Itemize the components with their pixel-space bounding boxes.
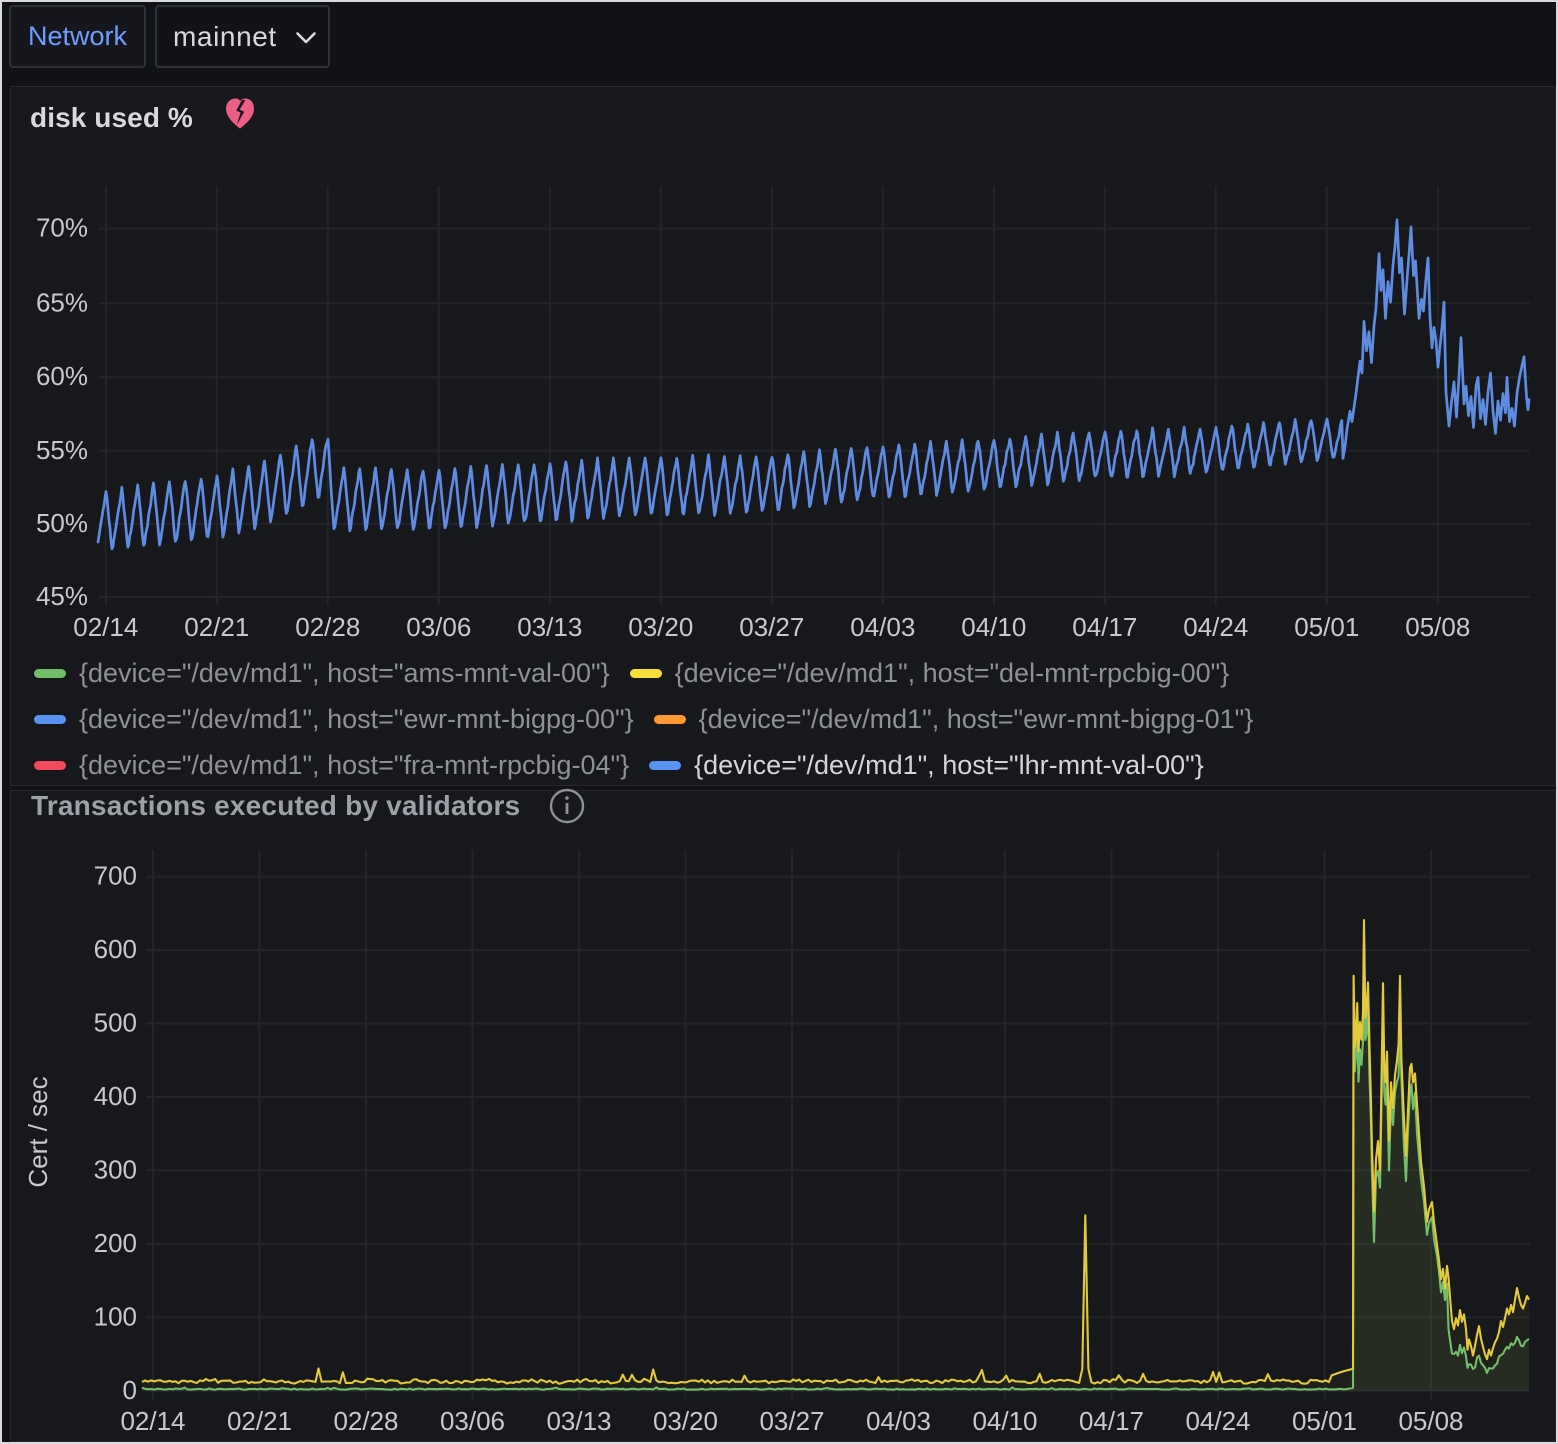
svg-text:02/14: 02/14 (73, 612, 138, 642)
svg-text:02/21: 02/21 (184, 612, 249, 642)
svg-text:200: 200 (94, 1228, 137, 1258)
svg-text:03/13: 03/13 (517, 612, 582, 642)
svg-text:03/06: 03/06 (440, 1406, 505, 1436)
svg-text:Cert / sec: Cert / sec (23, 1076, 53, 1187)
svg-text:0: 0 (123, 1375, 137, 1405)
svg-text:02/28: 02/28 (333, 1406, 398, 1436)
svg-text:03/13: 03/13 (546, 1406, 611, 1436)
svg-text:300: 300 (94, 1154, 137, 1184)
svg-text:45%: 45% (36, 581, 88, 611)
svg-text:04/17: 04/17 (1079, 1406, 1144, 1436)
svg-text:500: 500 (94, 1008, 137, 1038)
svg-text:03/20: 03/20 (628, 612, 693, 642)
svg-text:03/20: 03/20 (653, 1406, 718, 1436)
svg-text:60%: 60% (36, 361, 88, 391)
svg-text:600: 600 (94, 934, 137, 964)
svg-text:04/24: 04/24 (1183, 612, 1248, 642)
svg-text:04/03: 04/03 (850, 612, 915, 642)
svg-text:05/01: 05/01 (1292, 1406, 1357, 1436)
svg-text:04/10: 04/10 (961, 612, 1026, 642)
svg-text:700: 700 (94, 861, 137, 891)
svg-text:02/14: 02/14 (120, 1406, 185, 1436)
svg-text:02/28: 02/28 (295, 612, 360, 642)
svg-text:70%: 70% (36, 213, 88, 243)
svg-text:65%: 65% (36, 287, 88, 317)
svg-text:04/24: 04/24 (1185, 1406, 1250, 1436)
svg-text:03/06: 03/06 (406, 612, 471, 642)
svg-text:05/01: 05/01 (1294, 612, 1359, 642)
svg-text:55%: 55% (36, 435, 88, 465)
svg-text:04/03: 04/03 (866, 1406, 931, 1436)
svg-text:400: 400 (94, 1081, 137, 1111)
svg-text:02/21: 02/21 (227, 1406, 292, 1436)
svg-text:03/27: 03/27 (759, 1406, 824, 1436)
svg-text:05/08: 05/08 (1398, 1406, 1463, 1436)
svg-text:04/10: 04/10 (972, 1406, 1037, 1436)
svg-text:50%: 50% (36, 508, 88, 538)
svg-text:03/27: 03/27 (739, 612, 804, 642)
svg-text:100: 100 (94, 1301, 137, 1331)
svg-text:05/08: 05/08 (1405, 612, 1470, 642)
svg-text:04/17: 04/17 (1072, 612, 1137, 642)
